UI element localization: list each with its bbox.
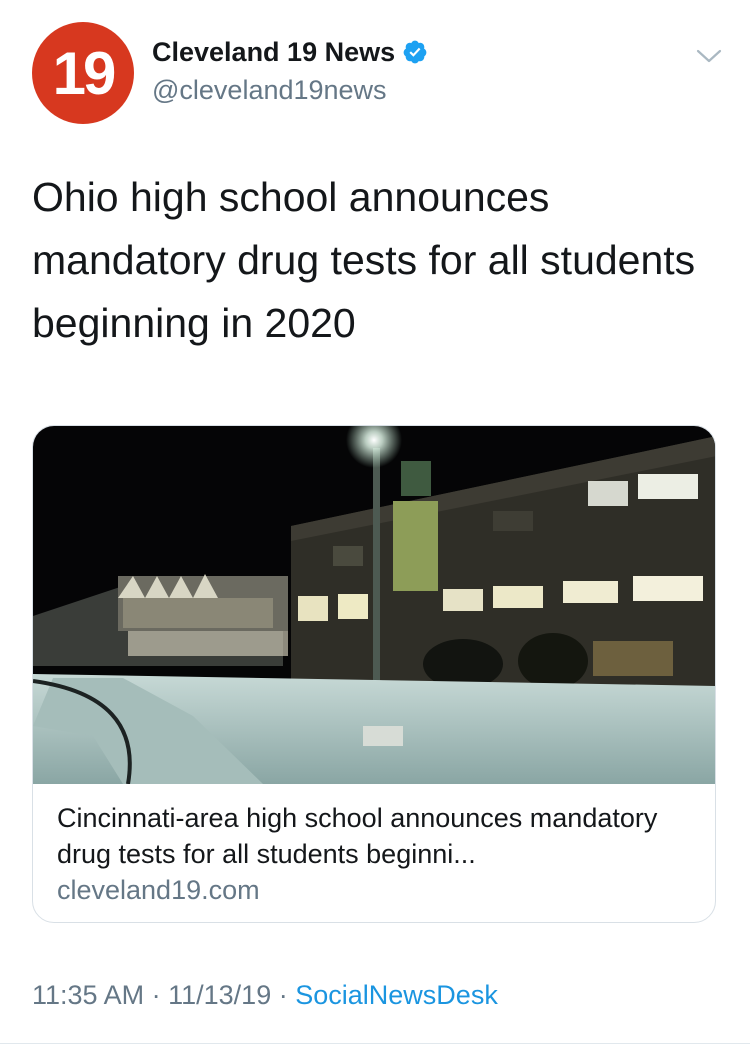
display-name[interactable]: Cleveland 19 News	[152, 36, 395, 68]
verified-badge-icon	[403, 40, 427, 64]
chevron-down-icon[interactable]	[696, 46, 722, 66]
account-handle[interactable]: @cleveland19news	[152, 74, 387, 106]
card-title[interactable]: Cincinnati-area high school announces ma…	[57, 800, 697, 872]
tweet-source-link[interactable]: SocialNewsDesk	[295, 980, 498, 1010]
meta-separator: ·	[151, 980, 161, 1010]
card-domain: cleveland19.com	[57, 875, 260, 905]
avatar[interactable]: 19	[32, 22, 134, 124]
tweet: 19 Cleveland 19 News @cleveland19news Oh…	[0, 0, 750, 1056]
divider	[0, 1043, 750, 1044]
tweet-text: Ohio high school announces mandatory dru…	[32, 174, 696, 346]
link-card[interactable]: Cincinnati-area high school announces ma…	[32, 425, 716, 923]
meta-separator: ·	[278, 980, 288, 1010]
tweet-date[interactable]: 11/13/19	[168, 980, 271, 1010]
school-night-photo	[33, 426, 715, 784]
tweet-time[interactable]: 11:35 AM	[32, 980, 144, 1010]
tweet-metadata: 11:35 AM · 11/13/19 · SocialNewsDesk	[32, 978, 498, 1012]
account-name-row: Cleveland 19 News	[152, 36, 428, 68]
avatar-logo-text: 19	[52, 40, 117, 107]
